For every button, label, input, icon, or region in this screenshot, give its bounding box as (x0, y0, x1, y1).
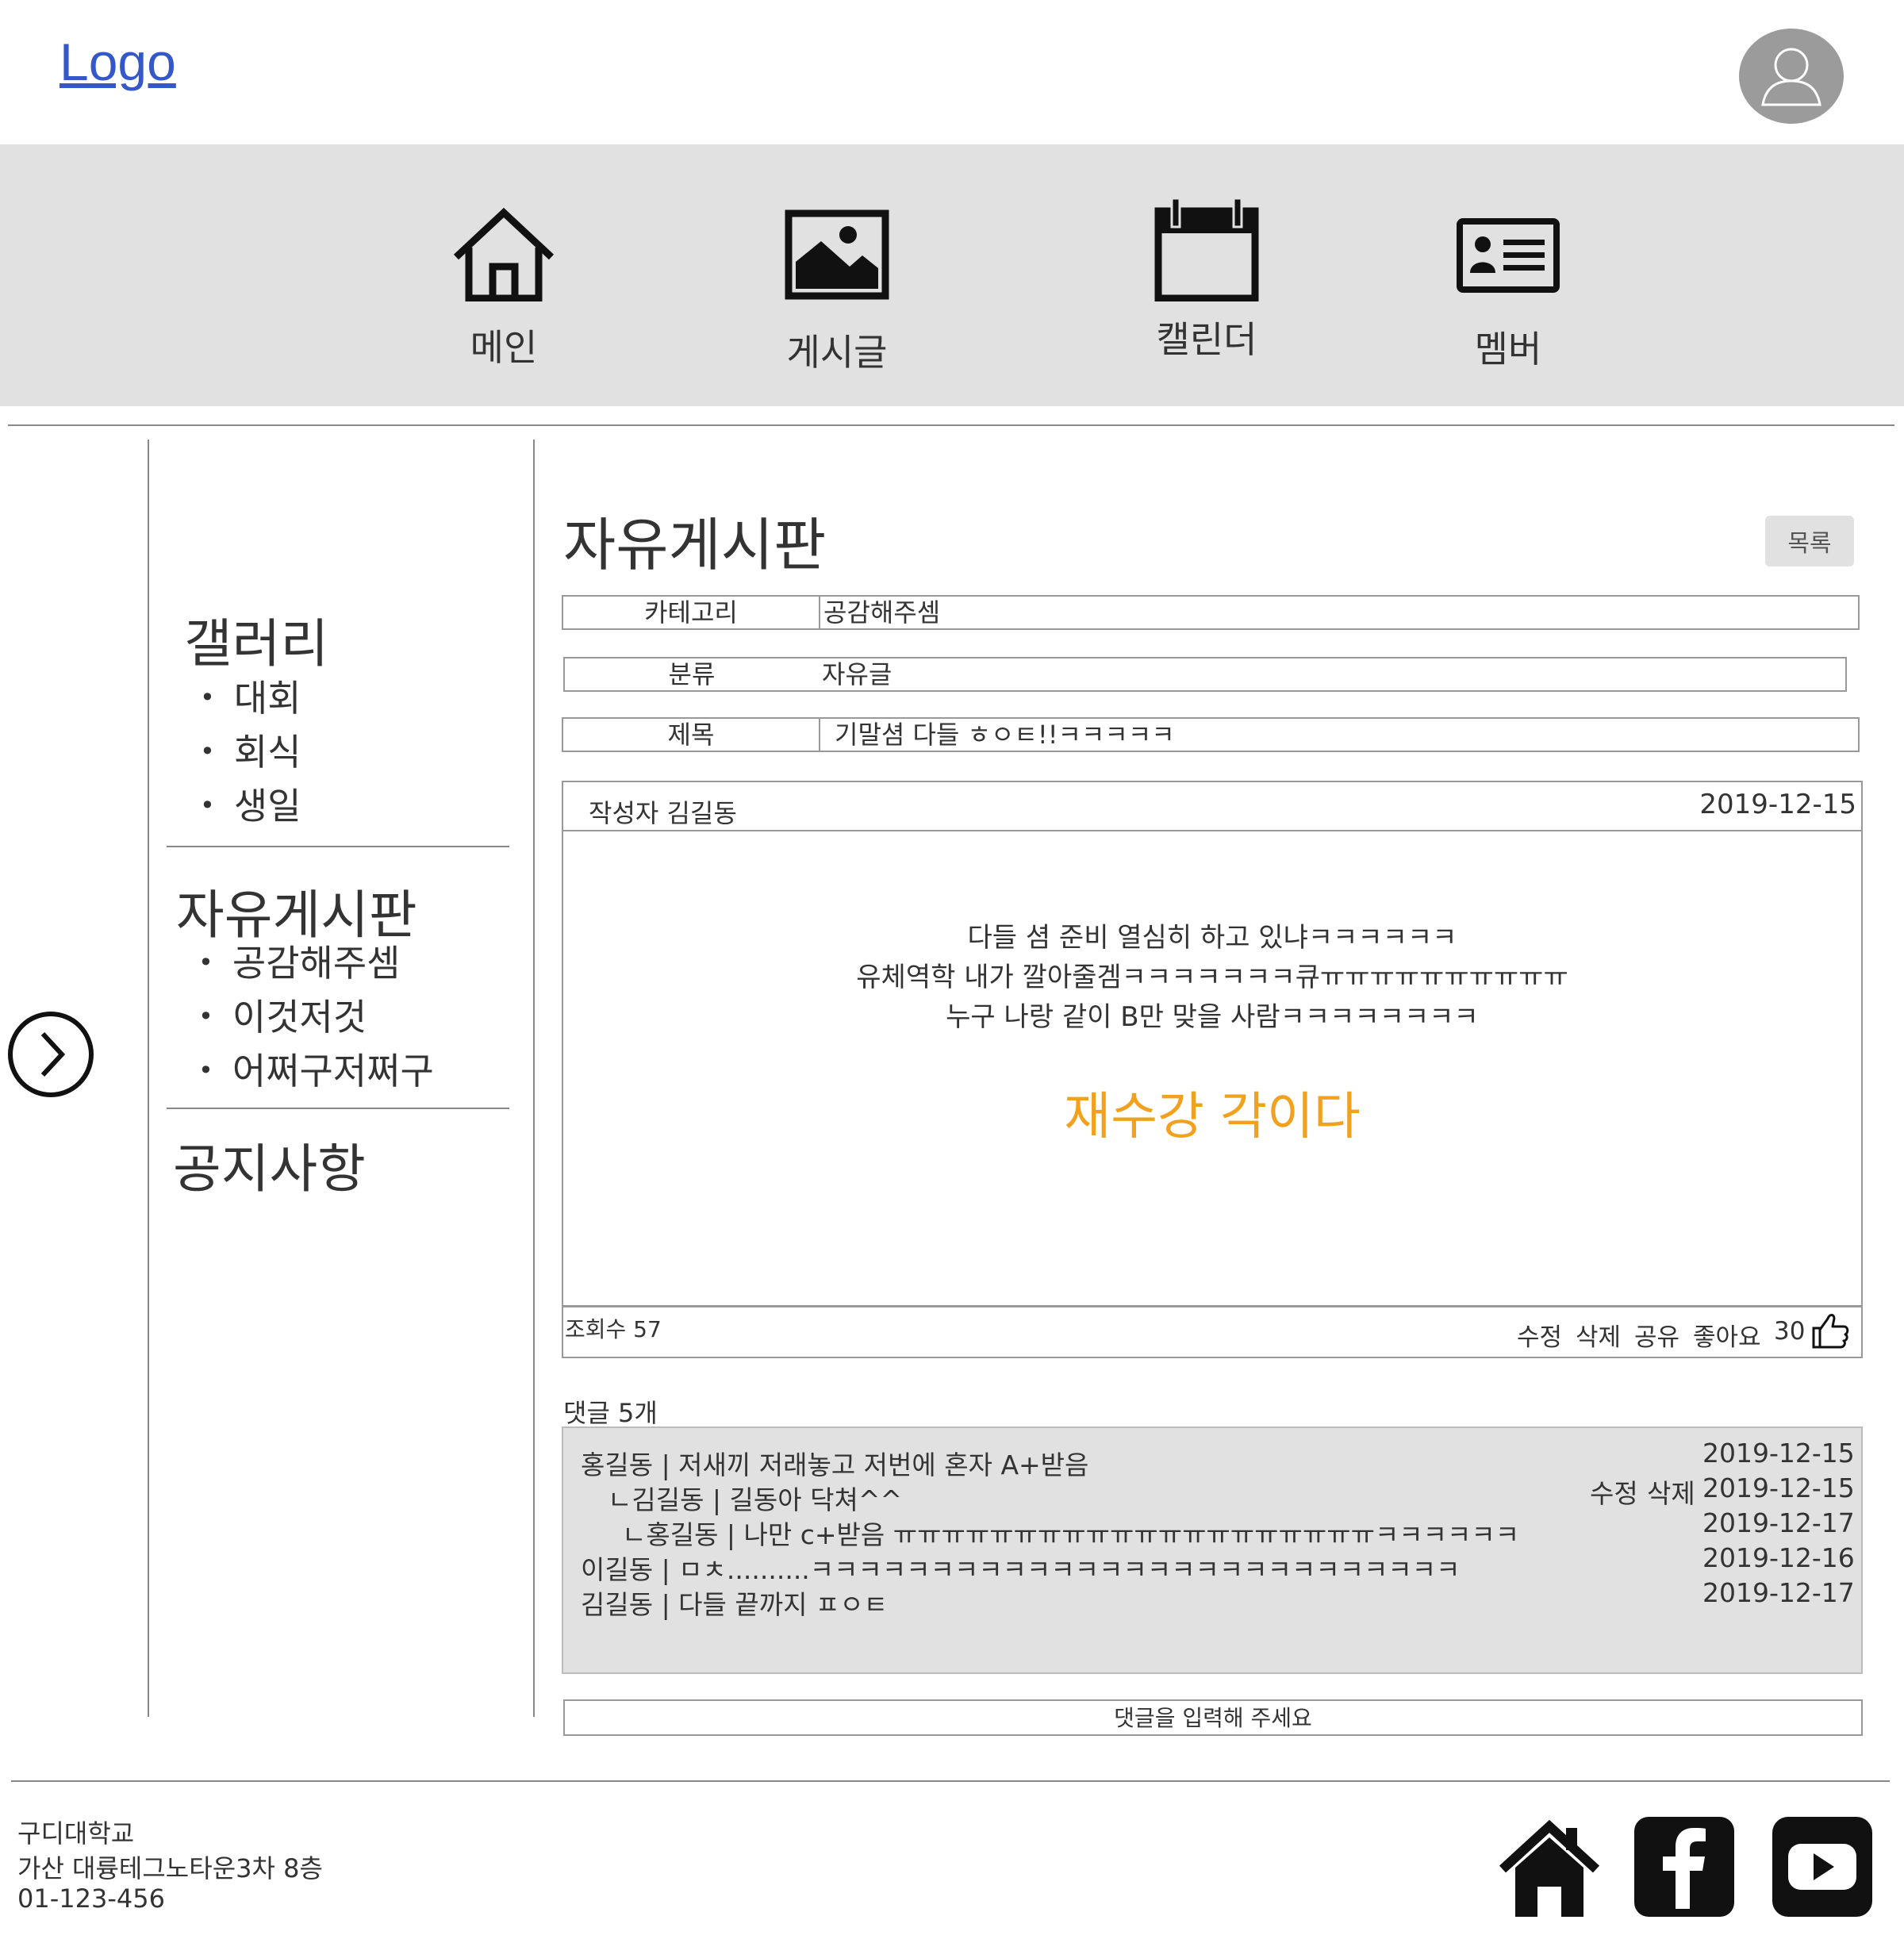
sidebar-right-border (533, 440, 535, 1717)
edit-comment-button[interactable]: 수정 (1590, 1472, 1638, 1511)
field-label: 제목 (563, 719, 820, 751)
comment-input[interactable] (563, 1699, 1863, 1736)
comment-date: 2019-12-15 (1702, 1472, 1855, 1503)
footer-divider (11, 1780, 1890, 1782)
facebook-icon (1634, 1817, 1734, 1917)
sidebar-divider (167, 1108, 509, 1109)
sidebar-item[interactable]: 대회 (200, 670, 301, 722)
comment-text: 김길동 | 다들 끝까지 ㅍㅇㅌ (581, 1589, 889, 1620)
comment-text: ㄴ김길동 | 길동아 닥쳐^^ (608, 1484, 903, 1515)
sidebar-item[interactable]: 어쩌구저쩌구 (198, 1042, 434, 1095)
like-label: 좋아요 (1693, 1323, 1761, 1352)
thumbs-up-icon (1812, 1314, 1849, 1349)
comment-text: ㄴ홍길동 | 나만 c+받음 ㅠㅠㅠㅠㅠㅠㅠㅠㅠㅠㅠㅠㅠㅠㅠㅠㅠㅠㅠㅠㅋㅋㅋㅋㅋ… (622, 1519, 1520, 1550)
footer-phone: 01-123-456 (17, 1883, 165, 1914)
view-count: 조회수 57 (565, 1316, 662, 1342)
comment-date: 2019-12-16 (1702, 1542, 1855, 1573)
comment-date: 2019-12-17 (1702, 1577, 1855, 1608)
sidebar-item[interactable]: 회식 (200, 724, 301, 776)
nav-item-label: 게시글 (786, 331, 888, 374)
nav-item-members[interactable]: 멤버 (1449, 217, 1568, 373)
title-field: 제목 기말셤 다들 ㅎㅇㅌ!!ㅋㅋㅋㅋㅋ (562, 717, 1860, 752)
sidebar-item[interactable]: 생일 (200, 778, 301, 830)
list-button[interactable]: 목록 (1765, 516, 1854, 566)
sidebar-notice-title[interactable]: 공지사항 (173, 1127, 366, 1203)
post-highlight: 재수강 각이다 (1064, 1088, 1361, 1146)
field-label: 카테고리 (563, 597, 820, 628)
comment-text: 이길동 | ㅁㅊ..........ㅋㅋㅋㅋㅋㅋㅋㅋㅋㅋㅋㅋㅋㅋㅋㅋㅋㅋㅋㅋㅋㅋ… (581, 1554, 1461, 1585)
nav-item-posts[interactable]: 게시글 (777, 209, 896, 376)
comment-count: 댓글 5개 (563, 1398, 658, 1428)
post-author: 작성자 김길동 (589, 798, 737, 828)
comment-list: 홍길동 | 저새끼 저래놓고 저번에 혼자 A+받음 ㄴ김길동 | 길동아 닥쳐… (562, 1426, 1863, 1674)
sidebar-item[interactable]: 이것저것 (198, 989, 367, 1041)
category-field: 카테고리 공감해주셈 (562, 595, 1860, 630)
user-icon (1761, 48, 1821, 106)
edit-post-button[interactable]: 수정 (1517, 1317, 1562, 1353)
nav-item-main[interactable]: 메인 (444, 206, 563, 371)
share-post-button[interactable]: 공유 (1634, 1317, 1679, 1353)
footer-name: 구디대학교 (17, 1818, 135, 1849)
post-header: 작성자 김길동 2019-12-15 (563, 782, 1861, 831)
user-avatar[interactable] (1739, 29, 1844, 124)
nav-item-label: 멤버 (1474, 328, 1542, 371)
chevron-right-icon (40, 1031, 66, 1077)
post-footer: 조회수 57 수정 삭제 공유 좋아요 30 (563, 1305, 1861, 1357)
youtube-icon (1772, 1817, 1872, 1917)
expand-sidebar-button[interactable] (8, 1012, 94, 1097)
youtube-link[interactable] (1771, 1815, 1874, 1922)
delete-comment-button[interactable]: 삭제 (1647, 1472, 1695, 1511)
comment-text: 홍길동 | 저새끼 저래놓고 저번에 혼자 A+받음 (581, 1449, 1089, 1480)
type-field: 분류 자유글 (563, 657, 1847, 692)
nav-item-label: 메인 (470, 326, 538, 369)
home-icon (1499, 1819, 1600, 1917)
delete-post-button[interactable]: 삭제 (1576, 1317, 1621, 1353)
field-label: 분류 (668, 659, 716, 689)
field-value[interactable]: 공감해주셈 (823, 597, 940, 628)
id-card-icon (1457, 218, 1560, 293)
image-icon (785, 209, 889, 300)
footer-address: 가산 대륭테그노타운3차 8층 (17, 1853, 323, 1883)
post-date: 2019-12-15 (1699, 789, 1856, 820)
facebook-link[interactable] (1633, 1815, 1736, 1922)
calendar-icon (1154, 197, 1259, 302)
nav-item-calendar[interactable]: 캘린더 (1147, 197, 1266, 363)
sidebar-item[interactable]: 공감해주셈 (198, 935, 401, 987)
post-body-line: 누구 나랑 같이 B만 맞을 사람ㅋㅋㅋㅋㅋㅋㅋㅋ (946, 1001, 1479, 1033)
main-nav: 메인 게시글 캘린더 멤버 (0, 144, 1904, 406)
post-body-line: 다들 셤 준비 열심히 하고 있냐ㅋㅋㅋㅋㅋㅋ (967, 922, 1457, 954)
post-body-line: 유체역학 내가 깔아줄겜ㅋㅋㅋㅋㅋㅋㅋ큐ㅠㅠㅠㅠㅠㅠㅠㅠㅠㅠ (856, 962, 1568, 993)
comment-date: 2019-12-15 (1702, 1438, 1855, 1469)
sidebar-gallery-title[interactable]: 갤러리 (184, 601, 328, 678)
home-icon (453, 207, 555, 302)
like-count: 30 (1774, 1317, 1806, 1346)
divider (8, 424, 1894, 426)
footer-home-link[interactable] (1498, 1819, 1601, 1922)
like-button[interactable] (1810, 1311, 1850, 1353)
sidebar-divider (167, 846, 509, 847)
comment-date: 2019-12-17 (1702, 1507, 1855, 1538)
page-title: 자유게시판 (563, 512, 827, 578)
field-value[interactable]: 기말셤 다들 ㅎㅇㅌ!!ㅋㅋㅋㅋㅋ (835, 719, 1175, 751)
nav-item-label: 캘린더 (1156, 318, 1257, 361)
field-value[interactable]: 자유글 (822, 658, 892, 690)
logo-link[interactable]: Logo (60, 32, 176, 92)
post-card: 작성자 김길동 2019-12-15 다들 셤 준비 열심히 하고 있냐ㅋㅋㅋㅋ… (562, 781, 1863, 1358)
sidebar-left-border (148, 440, 149, 1717)
